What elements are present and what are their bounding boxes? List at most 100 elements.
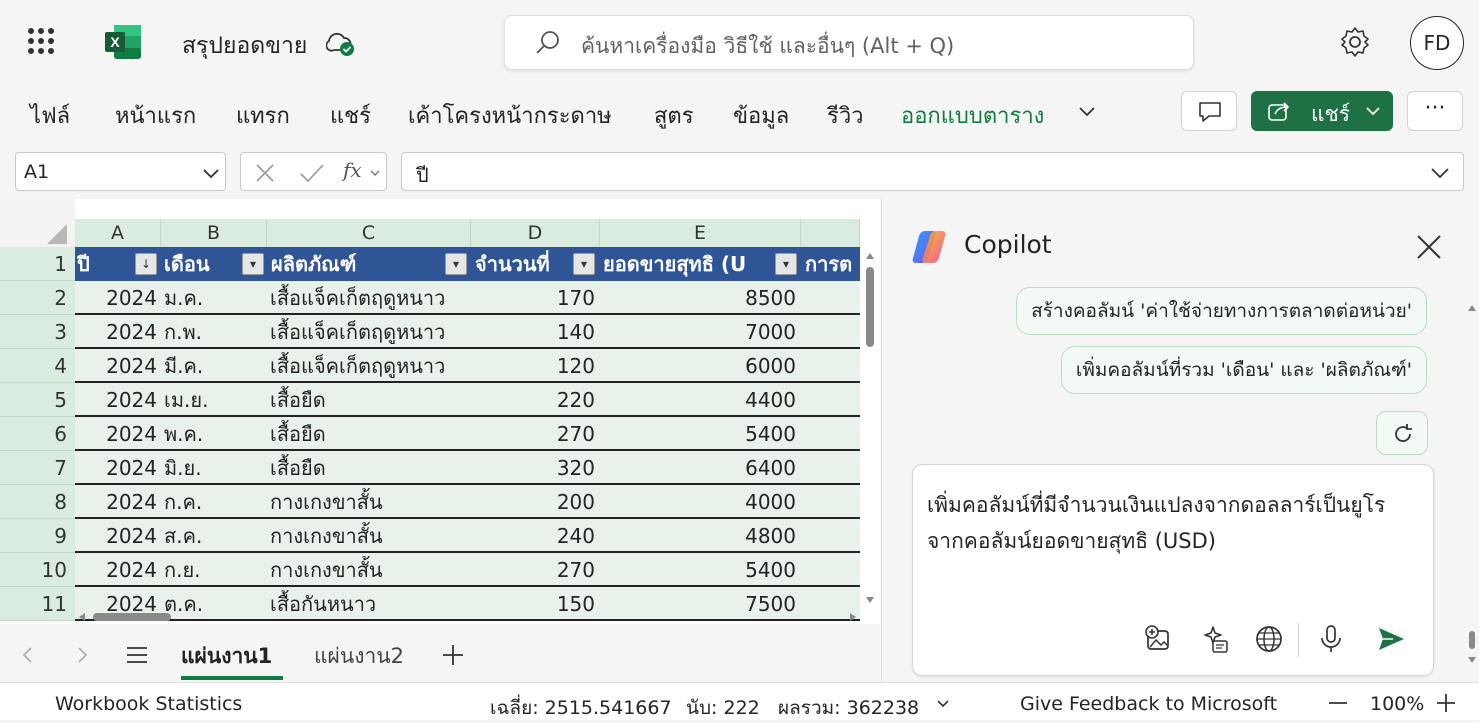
table-header-marketing[interactable]: การต bbox=[805, 247, 861, 281]
cell-quantity[interactable]: 270 bbox=[475, 417, 595, 449]
cell-net-sales[interactable]: 4000 bbox=[603, 485, 796, 517]
cell-product[interactable]: เสื้อยืด bbox=[270, 451, 470, 483]
copilot-scrollbar[interactable] bbox=[1466, 299, 1478, 669]
filter-dropdown-icon[interactable]: ▾ bbox=[242, 253, 264, 275]
cell-month[interactable]: ก.ย. bbox=[164, 553, 264, 585]
tab-insert[interactable]: แทรก bbox=[236, 98, 290, 133]
cancel-icon[interactable] bbox=[255, 163, 275, 183]
cell-product[interactable]: เสื้อแจ็คเก็ตฤดูหนาว bbox=[270, 281, 470, 313]
table-row[interactable]: 2024 พ.ค. เสื้อยืด 270 5400 bbox=[75, 417, 860, 451]
search-box[interactable]: ค้นหาเครื่องมือ วิธีใช้ และอื่นๆ (Alt + … bbox=[504, 15, 1194, 70]
cell-year[interactable]: 2024 bbox=[75, 519, 157, 551]
cell-net-sales[interactable]: 6400 bbox=[603, 451, 796, 483]
cell-net-sales[interactable]: 4400 bbox=[603, 383, 796, 415]
row-header-1[interactable]: 1 bbox=[0, 247, 75, 281]
cell-product[interactable]: กางเกงขาสั้น bbox=[270, 553, 470, 585]
cell-quantity[interactable]: 320 bbox=[475, 451, 595, 483]
tab-file[interactable]: ไฟล์ bbox=[30, 98, 70, 133]
column-header-d[interactable]: D bbox=[471, 219, 600, 247]
give-feedback-link[interactable]: Give Feedback to Microsoft bbox=[1020, 693, 1277, 715]
row-header-4[interactable]: 4 bbox=[0, 349, 75, 383]
row-header-10[interactable]: 10 bbox=[0, 553, 75, 587]
refresh-suggestions-button[interactable] bbox=[1376, 411, 1428, 455]
table-row[interactable]: 2024 ก.ย. กางเกงขาสั้น 270 5400 bbox=[75, 553, 860, 587]
tab-page-layout[interactable]: เค้าโครงหน้ากระดาษ bbox=[408, 98, 612, 133]
cell-net-sales[interactable]: 8500 bbox=[603, 281, 796, 313]
cell-quantity[interactable]: 240 bbox=[475, 519, 595, 551]
formula-input[interactable]: ปี bbox=[401, 152, 1464, 191]
sheet-tab-2[interactable]: แผ่นงาน2 bbox=[314, 640, 404, 673]
chevron-down-icon[interactable] bbox=[936, 699, 950, 709]
cell-net-sales[interactable]: 7000 bbox=[603, 315, 796, 347]
column-header-e[interactable]: E bbox=[600, 219, 801, 247]
cell-year[interactable]: 2024 bbox=[75, 281, 157, 313]
horizontal-scrollbar[interactable] bbox=[75, 609, 860, 624]
column-header-c[interactable]: C bbox=[267, 219, 471, 247]
cell-product[interactable]: กางเกงขาสั้น bbox=[270, 519, 470, 551]
scroll-tabs-right-icon[interactable] bbox=[76, 646, 90, 664]
cell-product[interactable]: เสื้อยืด bbox=[270, 383, 470, 415]
suggestion-combine-columns[interactable]: เพิ่มคอลัมน์ที่รวม 'เดือน' และ 'ผลิตภัณฑ… bbox=[1060, 346, 1427, 394]
microphone-icon[interactable] bbox=[1315, 623, 1347, 655]
expand-formula-bar-icon[interactable] bbox=[1430, 166, 1450, 180]
prompt-sparkle-icon[interactable] bbox=[1199, 623, 1231, 655]
document-title[interactable]: สรุปยอดขาย bbox=[182, 28, 307, 64]
filter-dropdown-icon[interactable]: ▾ bbox=[573, 253, 595, 275]
cell-product[interactable]: เสื้อแจ็คเก็ตฤดูหนาว bbox=[270, 349, 470, 381]
cell-product[interactable]: กางเกงขาสั้น bbox=[270, 485, 470, 517]
cell-net-sales[interactable]: 6000 bbox=[603, 349, 796, 381]
cell-net-sales[interactable]: 4800 bbox=[603, 519, 796, 551]
tab-share[interactable]: แชร์ bbox=[330, 98, 371, 133]
filter-dropdown-icon[interactable]: ▾ bbox=[775, 253, 797, 275]
cell-product[interactable]: เสื้อแจ็คเก็ตฤดูหนาว bbox=[270, 315, 470, 347]
column-header-f[interactable] bbox=[801, 219, 860, 247]
tab-review[interactable]: รีวิว bbox=[827, 98, 864, 133]
cell-year[interactable]: 2024 bbox=[75, 485, 157, 517]
tab-home[interactable]: หน้าแรก bbox=[115, 98, 196, 133]
column-header-b[interactable]: B bbox=[161, 219, 267, 247]
add-sheet-icon[interactable] bbox=[442, 644, 464, 666]
row-header-11[interactable]: 11 bbox=[0, 587, 75, 621]
table-header-quantity[interactable]: จำนวนที่ ▾ bbox=[475, 247, 597, 281]
comments-button[interactable] bbox=[1181, 91, 1237, 131]
cell-month[interactable]: พ.ค. bbox=[164, 417, 264, 449]
cell-month[interactable]: เม.ย. bbox=[164, 383, 264, 415]
cell-year[interactable]: 2024 bbox=[75, 349, 157, 381]
cell-month[interactable]: ส.ค. bbox=[164, 519, 264, 551]
row-header-3[interactable]: 3 bbox=[0, 315, 75, 349]
spreadsheet-grid[interactable]: A B C D E 1 ปี ↓ เดือน ▾ ผลิตภัณฑ์ ▾ จำนวนท… bbox=[0, 199, 880, 624]
cell-month[interactable]: มิ.ย. bbox=[164, 451, 264, 483]
cell-year[interactable]: 2024 bbox=[75, 451, 157, 483]
send-icon[interactable] bbox=[1375, 623, 1407, 655]
cell-month[interactable]: ก.ค. bbox=[164, 485, 264, 517]
cell-quantity[interactable]: 220 bbox=[475, 383, 595, 415]
row-header-8[interactable]: 8 bbox=[0, 485, 75, 519]
table-row[interactable]: 2024 ม.ค. เสื้อแจ็คเก็ตฤดูหนาว 170 8500 bbox=[75, 281, 860, 315]
row-header-6[interactable]: 6 bbox=[0, 417, 75, 451]
more-options-button[interactable]: ··· bbox=[1407, 91, 1463, 131]
vertical-scrollbar[interactable] bbox=[862, 249, 878, 609]
cell-quantity[interactable]: 270 bbox=[475, 553, 595, 585]
cell-year[interactable]: 2024 bbox=[75, 417, 157, 449]
table-header-product[interactable]: ผลิตภัณฑ์ ▾ bbox=[271, 247, 469, 281]
table-row[interactable]: 2024 เม.ย. เสื้อยืด 220 4400 bbox=[75, 383, 860, 417]
suggestion-marketing-cost[interactable]: สร้างคอลัมน์ 'ค่าใช้จ่ายทางการตลาดต่อหน่… bbox=[1016, 287, 1427, 335]
scroll-tabs-left-icon[interactable] bbox=[20, 646, 34, 664]
enter-check-icon[interactable] bbox=[299, 163, 325, 183]
settings-gear-icon[interactable] bbox=[1338, 25, 1372, 59]
row-header-5[interactable]: 5 bbox=[0, 383, 75, 417]
row-header-2[interactable]: 2 bbox=[0, 281, 75, 315]
copilot-prompt-input[interactable]: เพิ่มคอลัมน์ที่มีจำนวนเงินแปลงจากดอลลาร์… bbox=[912, 464, 1434, 676]
app-launcher-icon[interactable] bbox=[28, 28, 54, 54]
table-row[interactable]: 2024 ก.พ. เสื้อแจ็คเก็ตฤดูหนาว 140 7000 bbox=[75, 315, 860, 349]
cell-month[interactable]: ก.พ. bbox=[164, 315, 264, 347]
cell-quantity[interactable]: 140 bbox=[475, 315, 595, 347]
all-sheets-menu-icon[interactable] bbox=[126, 646, 148, 664]
tab-data[interactable]: ข้อมูล bbox=[733, 98, 789, 133]
zoom-level[interactable]: 100% bbox=[1370, 693, 1424, 715]
cell-quantity[interactable]: 120 bbox=[475, 349, 595, 381]
cell-year[interactable]: 2024 bbox=[75, 553, 157, 585]
sort-filter-icon[interactable]: ↓ bbox=[135, 253, 157, 275]
table-header-year[interactable]: ปี ↓ bbox=[77, 247, 159, 281]
cell-product[interactable]: เสื้อยืด bbox=[270, 417, 470, 449]
